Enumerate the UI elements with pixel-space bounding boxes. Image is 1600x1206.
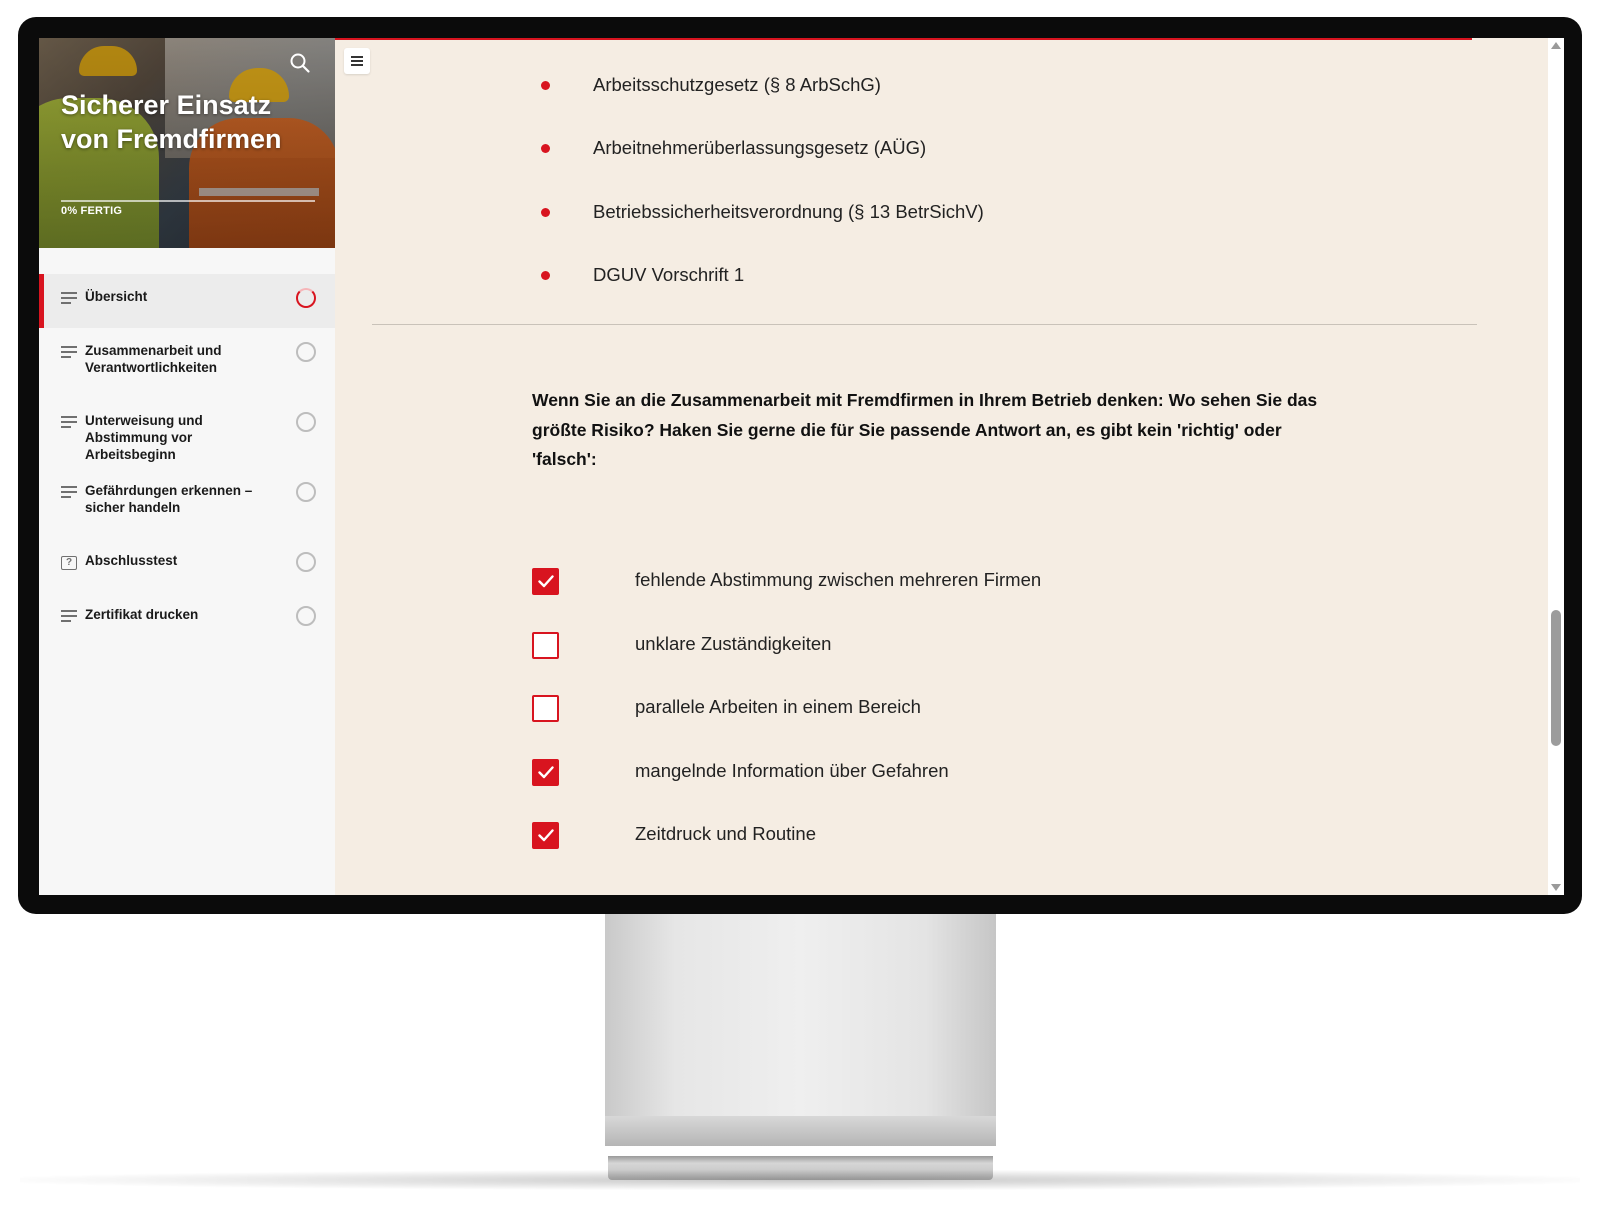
course-progress-bar <box>61 200 315 202</box>
list-item-text: DGUV Vorschrift 1 <box>593 264 745 285</box>
sidebar-item[interactable]: Übersicht <box>39 274 335 328</box>
floor-shadow <box>20 1170 1580 1190</box>
sidebar-item-label: Zertifikat drucken <box>85 607 199 622</box>
menu-icon <box>351 56 363 58</box>
answer-checkbox[interactable] <box>532 632 559 659</box>
answer-option-label: parallele Arbeiten in einem Bereich <box>635 696 921 717</box>
sidebar-item-label: Unterweisung und Abstimmung vor Arbeitsb… <box>85 413 203 462</box>
lines-icon <box>61 486 77 500</box>
progress-circle-icon <box>296 552 316 572</box>
answer-checkbox[interactable] <box>532 695 559 722</box>
menu-button[interactable] <box>344 48 370 74</box>
sidebar-item-label: Abschlusstest <box>85 553 178 568</box>
list-item-text: Arbeitsschutzgesetz (§ 8 ArbSchG) <box>593 74 881 95</box>
scroll-down-arrow-icon[interactable] <box>1551 884 1561 891</box>
monitor-stand <box>605 914 996 1146</box>
course-hero-image: Sicherer Einsatz von Fremdfirmen 0% FERT… <box>39 38 335 248</box>
sidebar-item[interactable]: ? Abschlusstest <box>39 538 335 592</box>
course-title: Sicherer Einsatz von Fremdfirmen <box>61 90 282 154</box>
progress-circle-icon <box>296 606 316 626</box>
stage: Sicherer Einsatz von Fremdfirmen 0% FERT… <box>0 0 1600 1206</box>
sidebar-item-label: Übersicht <box>85 289 148 304</box>
answer-checkbox[interactable] <box>532 759 559 786</box>
list-item-text: Betriebssicherheitsverordnung (§ 13 Betr… <box>593 201 984 222</box>
check-icon <box>538 766 554 779</box>
answer-option[interactable]: mangelnde Information über Gefahren <box>532 758 1232 788</box>
bullet-dot-icon <box>541 81 550 90</box>
answer-option[interactable]: parallele Arbeiten in einem Bereich <box>532 694 1232 724</box>
lines-icon <box>61 610 77 624</box>
progress-circle-icon <box>296 288 316 308</box>
screen: Sicherer Einsatz von Fremdfirmen 0% FERT… <box>39 38 1564 895</box>
scroll-thumb[interactable] <box>1551 610 1561 746</box>
sidebar-item-label: Gefährdungen erkennen – sicher handeln <box>85 483 253 515</box>
sidebar-item[interactable]: Unterweisung und Abstimmung vor Arbeitsb… <box>39 398 335 468</box>
section-divider <box>372 324 1477 325</box>
answer-checkbox[interactable] <box>532 568 559 595</box>
answer-option-label: fehlende Abstimmung zwischen mehreren Fi… <box>635 569 1042 590</box>
sidebar-item[interactable]: Zertifikat drucken <box>39 592 335 646</box>
lesson-nav: Übersicht Zusammenarbeit und Verantwortli… <box>39 274 335 646</box>
scrollbar[interactable] <box>1548 38 1564 895</box>
course-progress-label: 0% FERTIG <box>61 205 123 217</box>
sidebar-item[interactable]: Gefährdungen erkennen – sicher handeln <box>39 468 335 538</box>
survey-question: Wenn Sie an die Zusammenarbeit mit Fremd… <box>532 390 1318 469</box>
bullet-dot-icon <box>541 208 550 217</box>
answer-option[interactable]: Zeitdruck und Routine <box>532 821 1232 851</box>
lines-icon <box>61 346 77 360</box>
answer-option[interactable]: unklare Zuständigkeiten <box>532 631 1232 661</box>
answer-option[interactable]: fehlende Abstimmung zwischen mehreren Fi… <box>532 567 1232 597</box>
scroll-up-arrow-icon[interactable] <box>1551 42 1561 49</box>
sidebar-item[interactable]: Zusammenarbeit und Verantwortlichkeiten <box>39 328 335 398</box>
progress-circle-icon <box>296 412 316 432</box>
list-item-text: Arbeitnehmerüberlassungsgesetz (AÜG) <box>593 137 927 158</box>
bullet-dot-icon <box>541 271 550 280</box>
sidebar-item-label: Zusammenarbeit und Verantwortlichkeiten <box>85 343 222 375</box>
progress-circle-icon <box>296 482 316 502</box>
progress-circle-icon <box>296 342 316 362</box>
search-button[interactable] <box>289 52 311 74</box>
answer-option-label: unklare Zuständigkeiten <box>635 633 832 654</box>
answer-option-label: mangelnde Information über Gefahren <box>635 760 949 781</box>
search-icon <box>290 53 310 73</box>
answer-option-label: Zeitdruck und Routine <box>635 823 816 844</box>
lines-icon <box>61 292 77 306</box>
bullet-dot-icon <box>541 144 550 153</box>
lines-icon <box>61 416 77 430</box>
question-box-icon: ? <box>61 556 77 570</box>
check-icon <box>538 575 554 588</box>
sidebar: Sicherer Einsatz von Fremdfirmen 0% FERT… <box>39 38 335 895</box>
check-icon <box>538 829 554 842</box>
lesson-content: Wenn Sie an die Zusammenarbeit mit Fremd… <box>335 38 1548 895</box>
answer-checkbox[interactable] <box>532 822 559 849</box>
